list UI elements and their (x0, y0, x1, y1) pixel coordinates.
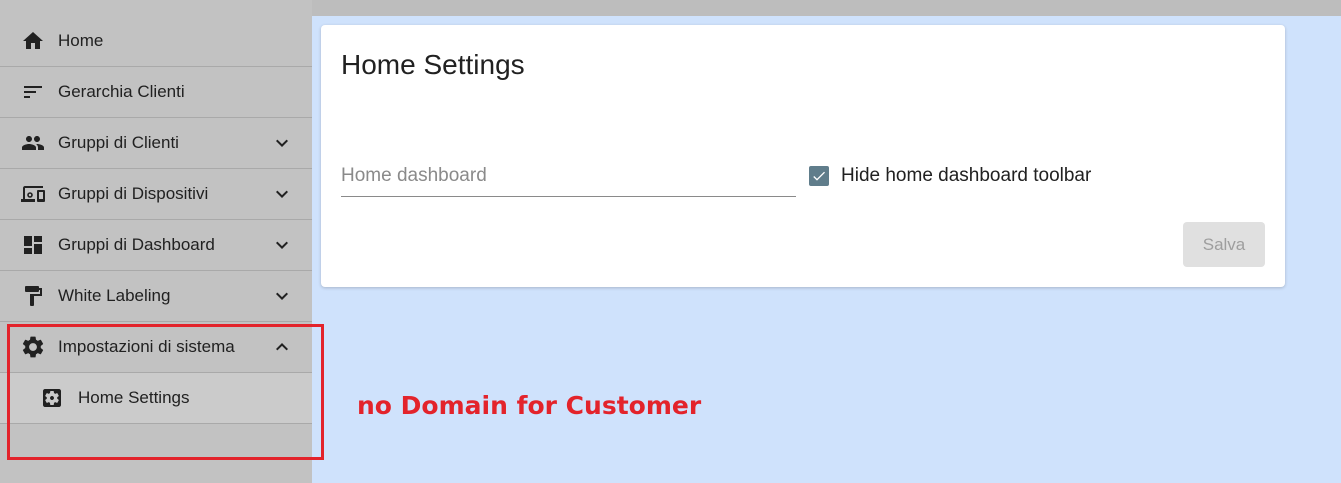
chevron-down-icon[interactable] (270, 182, 294, 206)
people-icon (20, 130, 46, 156)
annotation-text: no Domain for Customer (357, 391, 702, 420)
sidebar: Home Gerarchia Clienti Gruppi di Clienti… (0, 0, 312, 483)
hide-toolbar-checkbox-row[interactable]: Hide home dashboard toolbar (809, 165, 1091, 187)
chevron-up-icon[interactable] (270, 335, 294, 359)
chevron-down-icon[interactable] (270, 284, 294, 308)
settings-applications-icon (40, 386, 66, 412)
sidebar-item-label: Home (58, 31, 104, 50)
check-icon (813, 171, 825, 181)
sidebar-subitem-home-settings[interactable]: Home Settings (0, 373, 312, 424)
sidebar-item-white-labeling[interactable]: White Labeling (0, 271, 312, 322)
sidebar-item-label: Gerarchia Clienti (58, 82, 185, 101)
top-toolbar (312, 0, 1341, 16)
home-icon (20, 28, 46, 54)
home-settings-card: Home Settings Hide home dashboard toolba… (321, 25, 1285, 287)
sidebar-item-impostazioni-sistema[interactable]: Impostazioni di sistema (0, 322, 312, 373)
dashboard-icon (20, 232, 46, 258)
home-dashboard-input[interactable] (341, 165, 796, 187)
hide-toolbar-checkbox[interactable] (809, 166, 829, 186)
sidebar-subitem-label: Home Settings (78, 388, 190, 407)
sidebar-item-gerarchia-clienti[interactable]: Gerarchia Clienti (0, 67, 312, 118)
gear-icon (20, 334, 46, 360)
sidebar-item-label: Gruppi di Dashboard (58, 235, 215, 254)
hide-toolbar-label: Hide home dashboard toolbar (841, 165, 1092, 186)
sidebar-item-gruppi-dispositivi[interactable]: Gruppi di Dispositivi (0, 169, 312, 220)
home-dashboard-field[interactable] (341, 163, 796, 197)
sidebar-item-gruppi-dashboard[interactable]: Gruppi di Dashboard (0, 220, 312, 271)
chevron-down-icon[interactable] (270, 131, 294, 155)
sidebar-item-home[interactable]: Home (0, 16, 312, 67)
page-title: Home Settings (341, 49, 525, 80)
sidebar-item-label: Gruppi di Dispositivi (58, 184, 209, 203)
sidebar-item-label: White Labeling (58, 286, 171, 305)
sidebar-item-gruppi-clienti[interactable]: Gruppi di Clienti (0, 118, 312, 169)
chevron-down-icon[interactable] (270, 233, 294, 257)
sidebar-item-label: Impostazioni di sistema (58, 337, 235, 356)
paint-roller-icon (20, 283, 46, 309)
sort-icon (20, 79, 46, 105)
sidebar-item-label: Gruppi di Clienti (58, 133, 179, 152)
devices-icon (20, 181, 46, 207)
save-button[interactable]: Salva (1183, 222, 1265, 267)
